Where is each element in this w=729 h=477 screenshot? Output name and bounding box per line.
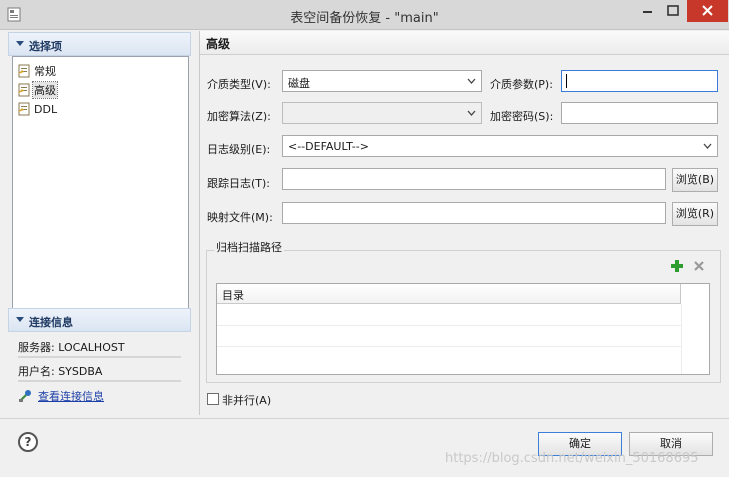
encrypt-algo-label: 加密算法(Z): — [207, 110, 271, 123]
delete-icon[interactable] — [693, 260, 705, 272]
tree-item-advanced[interactable]: 高级 — [17, 81, 58, 99]
column-header-directory: 目录 — [222, 289, 244, 302]
view-connection-link-label: 查看连接信息 — [38, 390, 104, 403]
log-level-label: 日志级别(E): — [207, 143, 271, 156]
map-file-input[interactable] — [282, 202, 666, 224]
media-param-label: 介质参数(P): — [490, 78, 553, 91]
tree-item-label: 常规 — [34, 65, 56, 78]
divider — [18, 356, 181, 358]
column-divider — [681, 304, 682, 374]
close-button[interactable] — [687, 0, 728, 22]
dialog-footer: ? 确定 取消 https://blog.csdn.net/weixin_501… — [0, 418, 729, 477]
close-icon — [702, 5, 713, 16]
log-level-value: <--DEFAULT--> — [288, 140, 369, 153]
divider — [18, 380, 181, 382]
archive-path-table[interactable]: 目录 — [216, 283, 710, 375]
tree-item-label: 高级 — [32, 81, 58, 99]
minimize-icon — [643, 11, 652, 13]
page-icon — [18, 83, 30, 97]
minimize-button[interactable] — [634, 0, 660, 22]
advanced-panel: 高级 介质类型(V): 磁盘 介质参数(P): 加密算法(Z): 加密密码(S)… — [199, 31, 729, 415]
tree-item-label: DDL — [34, 102, 58, 116]
media-param-input[interactable] — [561, 70, 718, 92]
options-header-label: 选择项 — [29, 40, 62, 53]
trace-browse-button[interactable]: 浏览(B) — [672, 168, 718, 192]
tree-item-ddl[interactable]: DDL — [17, 101, 58, 117]
table-row — [217, 346, 681, 347]
encrypt-algo-select[interactable] — [282, 102, 482, 124]
media-type-label: 介质类型(V): — [207, 78, 271, 91]
left-panel: 选择项 常规 高级 DDL 连接信息 服务器: LOCALHOST 用户名: S… — [8, 32, 191, 415]
maximize-icon — [667, 5, 679, 16]
section-title: 高级 — [206, 37, 231, 51]
connection-header-label: 连接信息 — [29, 316, 73, 329]
user-info: 用户名: SYSDBA — [18, 365, 103, 378]
title-bar: 表空间备份恢复 - "main" — [0, 0, 729, 30]
media-type-select[interactable]: 磁盘 — [282, 70, 482, 92]
window-title: 表空间备份恢复 - "main" — [290, 11, 439, 26]
table-header: 目录 — [217, 284, 681, 304]
log-level-select[interactable]: <--DEFAULT--> — [282, 135, 718, 157]
collapse-arrow-icon — [16, 317, 24, 322]
connection-section-header[interactable]: 连接信息 — [8, 308, 191, 332]
maximize-button[interactable] — [660, 0, 686, 22]
page-icon — [18, 102, 30, 116]
connection-icon — [19, 390, 31, 402]
non-parallel-checkbox[interactable] — [207, 393, 219, 405]
add-icon[interactable] — [670, 259, 684, 273]
chevron-down-icon — [467, 78, 476, 84]
trace-log-label: 跟踪日志(T): — [207, 177, 271, 190]
map-file-label: 映射文件(M): — [207, 211, 273, 224]
page-icon — [18, 64, 30, 78]
watermark: https://blog.csdn.net/weixin_50168695 — [445, 451, 699, 466]
section-title-bar: 高级 — [200, 31, 729, 55]
chevron-down-icon — [467, 110, 476, 116]
media-type-value: 磁盘 — [288, 77, 310, 90]
options-tree: 常规 高级 DDL — [12, 56, 189, 332]
chevron-down-icon — [703, 143, 712, 149]
archive-group-title: 归档扫描路径 — [214, 239, 284, 255]
help-icon[interactable]: ? — [18, 432, 38, 452]
encrypt-pwd-input[interactable] — [561, 102, 718, 124]
view-connection-link[interactable]: 查看连接信息 — [18, 388, 104, 404]
server-info: 服务器: LOCALHOST — [18, 341, 125, 354]
encrypt-pwd-label: 加密密码(S): — [490, 110, 554, 123]
text-caret — [566, 74, 567, 88]
tree-item-general[interactable]: 常规 — [17, 63, 57, 79]
non-parallel-label: 非并行(A) — [222, 394, 272, 407]
map-browse-button[interactable]: 浏览(R) — [672, 202, 718, 226]
trace-log-input[interactable] — [282, 168, 666, 190]
table-row — [217, 325, 681, 326]
options-section-header[interactable]: 选择项 — [8, 32, 191, 56]
collapse-arrow-icon — [16, 41, 24, 46]
